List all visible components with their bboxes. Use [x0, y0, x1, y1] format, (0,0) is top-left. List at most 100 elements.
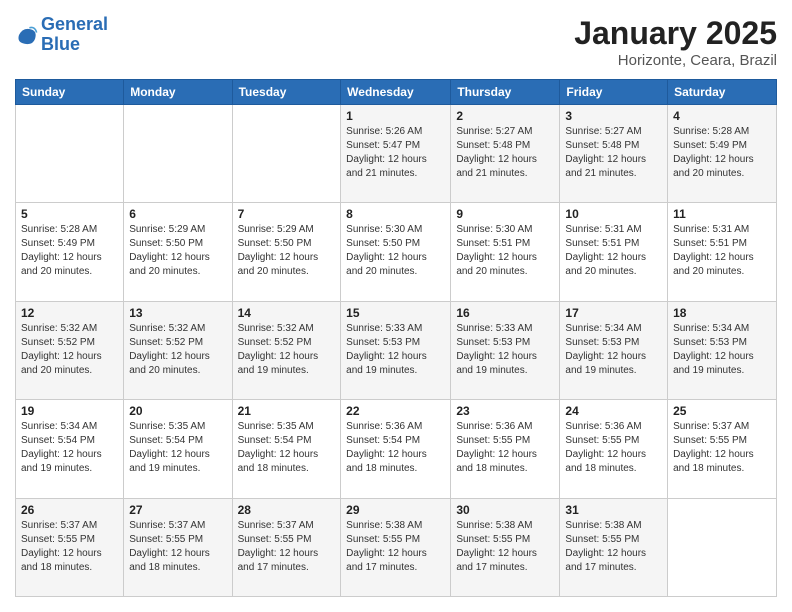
- day-cell: [668, 498, 777, 596]
- day-number: 22: [346, 404, 445, 418]
- day-info: Sunrise: 5:36 AM Sunset: 5:54 PM Dayligh…: [346, 420, 445, 476]
- day-cell: 31Sunrise: 5:38 AM Sunset: 5:55 PM Dayli…: [560, 498, 668, 596]
- day-cell: 2 Sunrise: 5:27 AM Sunset: 5:48 PM Daylig…: [451, 105, 560, 203]
- day-number: 24: [565, 404, 662, 418]
- day-cell: 28 Sunrise: 5:37 AM Sunset: 5:55 PM Dayli…: [232, 498, 341, 596]
- day-cell: 24 Sunrise: 5:36 AM Sunset: 5:55 PM Dayli…: [560, 400, 668, 498]
- day-number: 7: [238, 207, 336, 221]
- day-number: 4: [673, 109, 771, 123]
- day-info: Sunrise: 5:31 AM Sunset: 5:51 PM Dayligh…: [673, 223, 771, 279]
- day-number: 15: [346, 306, 445, 320]
- day-cell: 21 Sunrise: 5:35 AM Sunset: 5:54 PM Dayli…: [232, 400, 341, 498]
- day-number: 2: [456, 109, 554, 123]
- day-info: Sunrise: 5:38 AM Sunset: 5:55 PM Dayligh…: [346, 519, 445, 575]
- day-cell: 14Sunrise: 5:32 AM Sunset: 5:52 PM Dayli…: [232, 301, 341, 399]
- title-section: January 2025 Horizonte, Ceara, Brazil: [574, 15, 777, 69]
- day-number: 17: [565, 306, 662, 320]
- day-cell: [124, 105, 232, 203]
- day-cell: 29 Sunrise: 5:38 AM Sunset: 5:55 PM Dayli…: [341, 498, 451, 596]
- day-number: 19: [21, 404, 118, 418]
- day-cell: 9 Sunrise: 5:30 AM Sunset: 5:51 PM Daylig…: [451, 203, 560, 301]
- day-cell: 8 Sunrise: 5:30 AM Sunset: 5:50 PM Daylig…: [341, 203, 451, 301]
- logo-line2: Blue: [41, 34, 80, 54]
- day-cell: 12 Sunrise: 5:32 AM Sunset: 5:52 PM Dayli…: [16, 301, 124, 399]
- day-cell: 3Sunrise: 5:27 AM Sunset: 5:48 PM Daylig…: [560, 105, 668, 203]
- day-info: Sunrise: 5:37 AM Sunset: 5:55 PM Dayligh…: [21, 519, 118, 575]
- day-info: Sunrise: 5:32 AM Sunset: 5:52 PM Dayligh…: [21, 322, 118, 378]
- day-cell: 5Sunrise: 5:28 AM Sunset: 5:49 PM Daylig…: [16, 203, 124, 301]
- day-cell: 16 Sunrise: 5:33 AM Sunset: 5:53 PM Dayli…: [451, 301, 560, 399]
- day-cell: 18Sunrise: 5:34 AM Sunset: 5:53 PM Dayli…: [668, 301, 777, 399]
- weekday-header-tuesday: Tuesday: [232, 80, 341, 105]
- week-row-4: 26 Sunrise: 5:37 AM Sunset: 5:55 PM Dayli…: [16, 498, 777, 596]
- day-info: Sunrise: 5:27 AM Sunset: 5:48 PM Dayligh…: [565, 125, 662, 181]
- day-number: 16: [456, 306, 554, 320]
- weekday-header-row: SundayMondayTuesdayWednesdayThursdayFrid…: [16, 80, 777, 105]
- day-info: Sunrise: 5:29 AM Sunset: 5:50 PM Dayligh…: [129, 223, 226, 279]
- day-info: Sunrise: 5:28 AM Sunset: 5:49 PM Dayligh…: [673, 125, 771, 181]
- day-number: 5: [21, 207, 118, 221]
- weekday-header-friday: Friday: [560, 80, 668, 105]
- day-info: Sunrise: 5:32 AM Sunset: 5:52 PM Dayligh…: [129, 322, 226, 378]
- logo: General Blue: [15, 15, 108, 55]
- day-info: Sunrise: 5:30 AM Sunset: 5:51 PM Dayligh…: [456, 223, 554, 279]
- day-info: Sunrise: 5:37 AM Sunset: 5:55 PM Dayligh…: [129, 519, 226, 575]
- day-number: 20: [129, 404, 226, 418]
- day-number: 9: [456, 207, 554, 221]
- day-info: Sunrise: 5:34 AM Sunset: 5:53 PM Dayligh…: [673, 322, 771, 378]
- day-info: Sunrise: 5:31 AM Sunset: 5:51 PM Dayligh…: [565, 223, 662, 279]
- day-cell: 26 Sunrise: 5:37 AM Sunset: 5:55 PM Dayli…: [16, 498, 124, 596]
- day-number: 6: [129, 207, 226, 221]
- day-number: 21: [238, 404, 336, 418]
- day-cell: [232, 105, 341, 203]
- day-info: Sunrise: 5:34 AM Sunset: 5:54 PM Dayligh…: [21, 420, 118, 476]
- week-row-2: 12 Sunrise: 5:32 AM Sunset: 5:52 PM Dayli…: [16, 301, 777, 399]
- day-number: 31: [565, 503, 662, 517]
- header: General Blue January 2025 Horizonte, Cea…: [15, 15, 777, 69]
- day-info: Sunrise: 5:30 AM Sunset: 5:50 PM Dayligh…: [346, 223, 445, 279]
- day-number: 25: [673, 404, 771, 418]
- day-number: 28: [238, 503, 336, 517]
- calendar-subtitle: Horizonte, Ceara, Brazil: [574, 52, 777, 69]
- day-info: Sunrise: 5:32 AM Sunset: 5:52 PM Dayligh…: [238, 322, 336, 378]
- day-info: Sunrise: 5:33 AM Sunset: 5:53 PM Dayligh…: [346, 322, 445, 378]
- day-number: 12: [21, 306, 118, 320]
- day-cell: 13Sunrise: 5:32 AM Sunset: 5:52 PM Dayli…: [124, 301, 232, 399]
- week-row-3: 19 Sunrise: 5:34 AM Sunset: 5:54 PM Dayli…: [16, 400, 777, 498]
- day-cell: 20Sunrise: 5:35 AM Sunset: 5:54 PM Dayli…: [124, 400, 232, 498]
- calendar-title: January 2025: [574, 15, 777, 52]
- day-info: Sunrise: 5:37 AM Sunset: 5:55 PM Dayligh…: [238, 519, 336, 575]
- day-cell: 25Sunrise: 5:37 AM Sunset: 5:55 PM Dayli…: [668, 400, 777, 498]
- day-info: Sunrise: 5:36 AM Sunset: 5:55 PM Dayligh…: [565, 420, 662, 476]
- day-number: 8: [346, 207, 445, 221]
- week-row-0: 1Sunrise: 5:26 AM Sunset: 5:47 PM Daylig…: [16, 105, 777, 203]
- day-number: 11: [673, 207, 771, 221]
- weekday-header-saturday: Saturday: [668, 80, 777, 105]
- page: General Blue January 2025 Horizonte, Cea…: [0, 0, 792, 612]
- day-info: Sunrise: 5:35 AM Sunset: 5:54 PM Dayligh…: [238, 420, 336, 476]
- day-cell: 1Sunrise: 5:26 AM Sunset: 5:47 PM Daylig…: [341, 105, 451, 203]
- day-info: Sunrise: 5:27 AM Sunset: 5:48 PM Dayligh…: [456, 125, 554, 181]
- day-info: Sunrise: 5:34 AM Sunset: 5:53 PM Dayligh…: [565, 322, 662, 378]
- day-number: 26: [21, 503, 118, 517]
- day-info: Sunrise: 5:26 AM Sunset: 5:47 PM Dayligh…: [346, 125, 445, 181]
- day-cell: 23 Sunrise: 5:36 AM Sunset: 5:55 PM Dayli…: [451, 400, 560, 498]
- day-cell: 15 Sunrise: 5:33 AM Sunset: 5:53 PM Dayli…: [341, 301, 451, 399]
- day-cell: 19 Sunrise: 5:34 AM Sunset: 5:54 PM Dayli…: [16, 400, 124, 498]
- day-cell: 27 Sunrise: 5:37 AM Sunset: 5:55 PM Dayli…: [124, 498, 232, 596]
- day-info: Sunrise: 5:33 AM Sunset: 5:53 PM Dayligh…: [456, 322, 554, 378]
- calendar-table: SundayMondayTuesdayWednesdayThursdayFrid…: [15, 79, 777, 597]
- week-row-1: 5Sunrise: 5:28 AM Sunset: 5:49 PM Daylig…: [16, 203, 777, 301]
- day-number: 27: [129, 503, 226, 517]
- day-cell: 22 Sunrise: 5:36 AM Sunset: 5:54 PM Dayli…: [341, 400, 451, 498]
- day-cell: 10Sunrise: 5:31 AM Sunset: 5:51 PM Dayli…: [560, 203, 668, 301]
- day-info: Sunrise: 5:36 AM Sunset: 5:55 PM Dayligh…: [456, 420, 554, 476]
- day-number: 29: [346, 503, 445, 517]
- day-number: 23: [456, 404, 554, 418]
- weekday-header-sunday: Sunday: [16, 80, 124, 105]
- day-cell: 30Sunrise: 5:38 AM Sunset: 5:55 PM Dayli…: [451, 498, 560, 596]
- day-cell: 4 Sunrise: 5:28 AM Sunset: 5:49 PM Daylig…: [668, 105, 777, 203]
- logo-icon: [15, 23, 39, 47]
- weekday-header-thursday: Thursday: [451, 80, 560, 105]
- logo-text: General Blue: [41, 15, 108, 55]
